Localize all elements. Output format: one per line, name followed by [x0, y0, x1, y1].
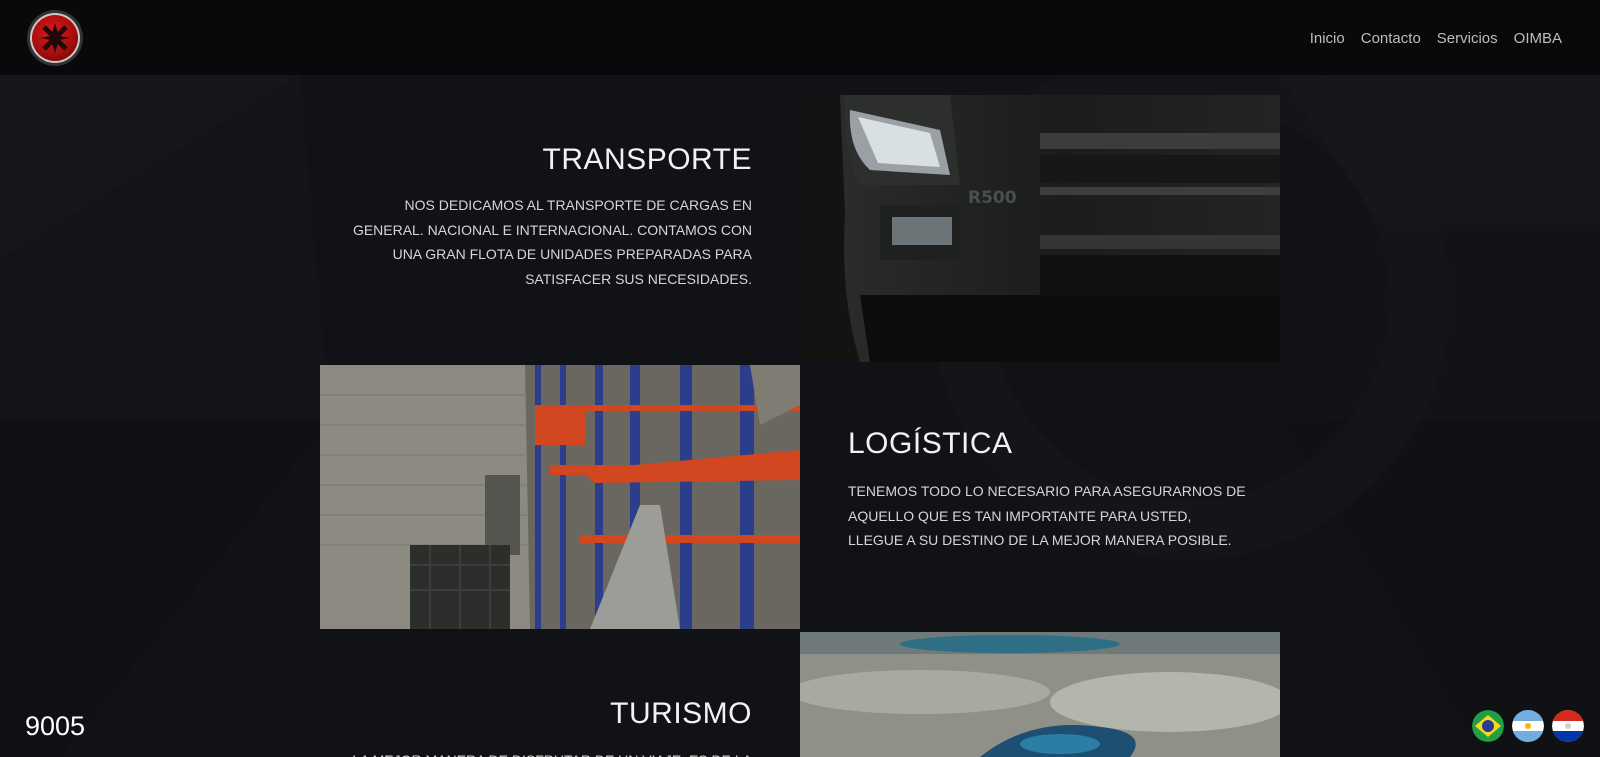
- turismo-title: TURISMO: [610, 697, 752, 730]
- nav-link-inicio[interactable]: Inicio: [1310, 30, 1345, 47]
- truck-badge: R500: [968, 188, 1017, 208]
- paraguay-flag-icon[interactable]: [1552, 710, 1584, 742]
- logistica-title: LOGÍSTICA: [848, 427, 1013, 460]
- main-nav: Inicio Contacto Servicios OIMBA: [1310, 30, 1562, 47]
- transporte-line: GENERAL. NACIONAL E INTERNACIONAL. CONTA…: [352, 221, 752, 238]
- turismo-line: LA MEJOR MANERA DE DISFRUTAR DE UN VIAJE…: [332, 748, 752, 757]
- brazil-flag-icon[interactable]: [1472, 710, 1504, 742]
- turismo-description: LA MEJOR MANERA DE DISFRUTAR DE UN VIAJE…: [332, 748, 752, 757]
- logistica-line: TENEMOS TODO LO NECESARIO PARA ASEGURARN…: [848, 483, 1246, 499]
- truck-photo: R500: [800, 95, 1280, 362]
- nav-link-contacto[interactable]: Contacto: [1361, 30, 1421, 47]
- transporte-line: NOS DEDICAMOS AL TRANSPORTE DE CARGAS EN: [404, 197, 752, 213]
- visit-counter: 9005: [25, 711, 86, 741]
- warehouse-illustration: [320, 365, 800, 629]
- transporte-line: UNA GRAN FLOTA DE UNIDADES PREPARADAS PA…: [392, 246, 752, 262]
- transporte-description: NOS DEDICAMOS AL TRANSPORTE DE CARGAS EN…: [332, 193, 752, 291]
- argentina-flag-icon[interactable]: [1512, 710, 1544, 742]
- page: Inicio Contacto Servicios OIMBA TRANSPOR…: [0, 0, 1600, 757]
- logistica-description: TENEMOS TODO LO NECESARIO PARA ASEGURARN…: [848, 479, 1268, 553]
- language-flags: [1472, 710, 1584, 742]
- aerial-landscape-photo: [800, 632, 1280, 757]
- transporte-title: TRANSPORTE: [542, 143, 752, 176]
- truck-illustration: R500: [800, 95, 1280, 362]
- warehouse-photo: [320, 365, 800, 629]
- nav-link-servicios[interactable]: Servicios: [1437, 30, 1498, 47]
- logo-mark-icon: [40, 23, 70, 53]
- logistica-line: AQUELLO QUE ES TAN IMPORTANTE PARA USTED…: [848, 507, 1192, 524]
- aerial-illustration: [800, 632, 1280, 757]
- transporte-line: SATISFACER SUS NECESIDADES.: [525, 270, 752, 287]
- top-navbar: Inicio Contacto Servicios OIMBA: [0, 0, 1600, 75]
- logistica-line: LLEGUE A SU DESTINO DE LA MEJOR MANERA P…: [848, 532, 1232, 548]
- nav-link-oimba[interactable]: OIMBA: [1514, 30, 1562, 47]
- company-logo[interactable]: [30, 13, 80, 63]
